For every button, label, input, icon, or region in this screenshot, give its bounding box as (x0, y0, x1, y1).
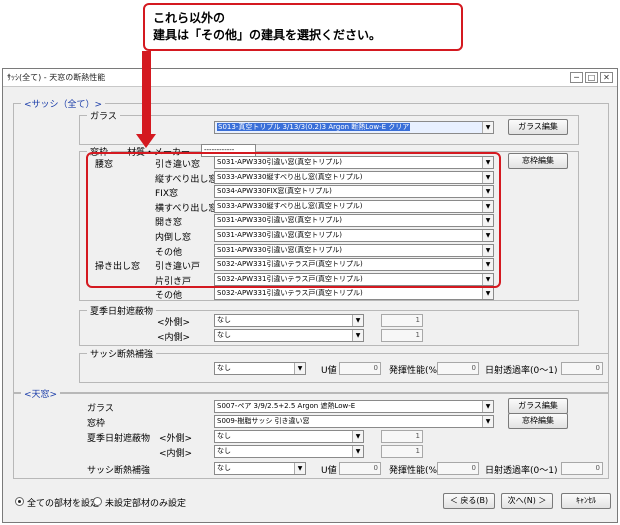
window-type-label: その他 (155, 291, 183, 302)
close-icon[interactable]: ✕ (600, 72, 613, 83)
callout-line-1: これら以外の (153, 11, 226, 25)
sash-insulation-select[interactable]: なし ▼ (214, 362, 306, 375)
shading-outer-label: <外側> (157, 318, 191, 328)
skylight-outer-label: <外側> (159, 434, 193, 444)
cancel-button[interactable]: ｷｬﾝｾﾙ (561, 493, 611, 509)
sash-insulation-label: サッシ断熱補強 (87, 347, 157, 360)
skylight-glass-label: ガラス (87, 404, 114, 414)
minimize-icon[interactable]: ─ (570, 72, 583, 83)
chevron-down-icon: ▼ (352, 446, 363, 457)
skylight-glass-edit-button[interactable]: ガラス編集 (508, 398, 568, 414)
chevron-down-icon: ▼ (294, 363, 305, 374)
instruction-callout: これら以外の 建具は「その他」の建具を選択ください。 (143, 3, 463, 51)
skylight-glass-select[interactable]: S007-ペア 3/9/2.5+2.5 Argon 遮熱Low-E ▼ (214, 400, 494, 413)
skylight-insulation-label: サッシ断熱補強 (87, 466, 151, 476)
skylight-outer-select[interactable]: なし ▼ (214, 430, 364, 443)
highlight-box (86, 152, 501, 288)
shading-outer-select[interactable]: なし ▼ (214, 314, 364, 327)
skylight-frame-select[interactable]: S009-樹脂サッシ 引き違い窓 ▼ (214, 415, 494, 428)
shading-label: 夏季日射遮蔽物 (87, 304, 157, 317)
heat-performance-field[interactable]: 0 (437, 362, 479, 375)
skylight-frame-label: 窓枠 (87, 419, 106, 429)
skylight-u-value-label: U値 (321, 466, 337, 476)
radio-unset-members[interactable] (93, 497, 102, 506)
glass-select[interactable]: S013-真空トリプル 3/13/3(0.2)3 Argon 断熱Low-E ク… (214, 121, 494, 134)
radio-unset-label: 未設定部材のみ設定 (105, 499, 187, 509)
maximize-icon[interactable]: □ (585, 72, 598, 83)
radio-all-members[interactable] (15, 497, 24, 506)
chevron-down-icon: ▼ (352, 330, 363, 341)
solar-transmittance-field[interactable]: 0 (561, 362, 603, 375)
radio-all-label: 全ての部材を設定 (27, 499, 100, 509)
skylight-inner-number[interactable]: 1 (381, 445, 423, 458)
skylight-outer-number[interactable]: 1 (381, 430, 423, 443)
skylight-insulation-select[interactable]: なし ▼ (214, 462, 306, 475)
u-value-field[interactable]: 0 (339, 362, 381, 375)
chevron-down-icon: ▼ (482, 288, 493, 300)
skylight-shading-label: 夏季日射遮蔽物 (87, 434, 151, 444)
chevron-down-icon: ▼ (482, 122, 493, 133)
back-button[interactable]: ＜ 戻る(B) (443, 493, 495, 509)
arrow-down-icon (136, 134, 156, 148)
title-bar: ｻｯｼ(全て) - 天窓の断熱性能 (3, 69, 617, 87)
skylight-frame-edit-button[interactable]: 窓枠編集 (508, 413, 568, 429)
skylight-heat-label: 発揮性能(%) (389, 466, 441, 476)
callout-arrow-shaft (142, 51, 151, 136)
chevron-down-icon: ▼ (294, 463, 305, 474)
skylight-solar-label: 日射透過率(0〜1) (485, 466, 558, 476)
skylight-inner-select[interactable]: なし ▼ (214, 445, 364, 458)
glass-label: ガラス (87, 109, 120, 122)
skylight-group-label: <天窓> (21, 387, 61, 400)
u-value-label: U値 (321, 366, 337, 376)
shading-inner-number[interactable]: 1 (381, 329, 423, 342)
heat-performance-label: 発揮性能(%) (389, 366, 441, 376)
shading-inner-select[interactable]: なし ▼ (214, 329, 364, 342)
skylight-inner-label: <内側> (159, 449, 193, 459)
callout-line-2: 建具は「その他」の建具を選択ください。 (153, 28, 382, 42)
chevron-down-icon: ▼ (352, 431, 363, 442)
chevron-down-icon: ▼ (352, 315, 363, 326)
solar-transmittance-label: 日射透過率(0〜1) (485, 366, 558, 376)
shading-outer-number[interactable]: 1 (381, 314, 423, 327)
chevron-down-icon: ▼ (482, 401, 493, 412)
shading-inner-label: <内側> (157, 333, 191, 343)
skylight-heat-field[interactable]: 0 (437, 462, 479, 475)
frame-edit-button[interactable]: 窓枠編集 (508, 153, 568, 169)
window-type-select[interactable]: S032-APW331引違いテラス戸(真空トリプル) ▼ (214, 287, 494, 301)
glass-edit-button[interactable]: ガラス編集 (508, 119, 568, 135)
window-title: ｻｯｼ(全て) - 天窓の断熱性能 (7, 73, 106, 82)
skylight-solar-field[interactable]: 0 (561, 462, 603, 475)
dialog-window: ｻｯｼ(全て) - 天窓の断熱性能 ─ □ ✕ <サッシ（全て）> ガラス S0… (2, 68, 618, 523)
next-button[interactable]: 次へ(N) ＞ (501, 493, 553, 509)
chevron-down-icon: ▼ (482, 416, 493, 427)
skylight-u-value-field[interactable]: 0 (339, 462, 381, 475)
